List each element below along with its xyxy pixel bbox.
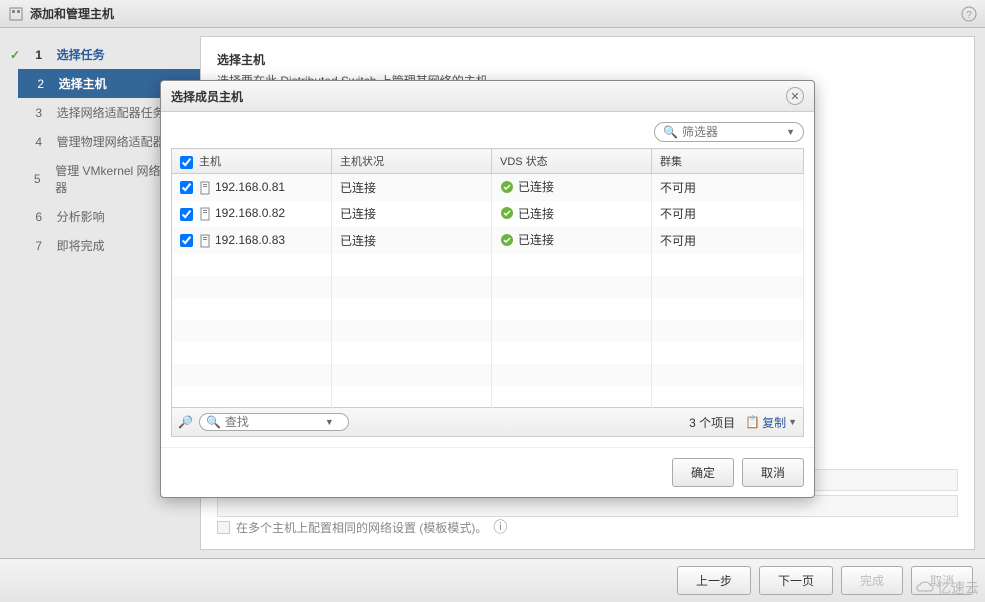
info-icon[interactable]: ⓘ <box>493 517 507 537</box>
modal-title: 选择成员主机 <box>171 88 786 105</box>
item-count: 3 个项目 <box>689 414 735 431</box>
watermark: 亿速云 <box>915 578 979 598</box>
empty-row <box>172 386 804 408</box>
template-checkbox[interactable] <box>217 521 230 534</box>
close-icon[interactable]: ✕ <box>786 87 804 105</box>
host-ip: 192.168.0.81 <box>215 180 285 194</box>
titlebar: 添加和管理主机 ? <box>0 0 985 28</box>
filter-input[interactable] <box>682 125 786 139</box>
wizard-footer: 上一步 下一页 完成 取消 <box>0 558 985 602</box>
binoculars-icon[interactable]: 🔎 <box>178 415 193 429</box>
copy-button[interactable]: 📋 复制 ▼ <box>745 414 797 431</box>
modal-footer: 确定 取消 <box>161 447 814 497</box>
host-status: 已连接 <box>332 227 492 254</box>
cluster: 不可用 <box>652 227 804 254</box>
step-1[interactable]: ✓ 1 选择任务 <box>0 40 200 69</box>
host-ip: 192.168.0.83 <box>215 233 285 247</box>
col-host: 主机 <box>199 156 221 168</box>
empty-row <box>172 342 804 364</box>
table-row[interactable]: 192.168.0.83 已连接 已连接 不可用 <box>172 227 804 254</box>
modal-header: 选择成员主机 ✕ <box>161 81 814 112</box>
placeholder-row <box>217 495 958 517</box>
col-cluster: 群集 <box>652 149 804 174</box>
filter-input-wrap[interactable]: 🔍 ▼ <box>654 122 804 142</box>
find-input-wrap[interactable]: 🔍 ▼ <box>199 413 349 431</box>
col-host-status: 主机状况 <box>332 149 492 174</box>
select-hosts-modal: 选择成员主机 ✕ 🔍 ▼ 主机 主机状况 VDS 状态 群集 192.168.0… <box>160 80 815 498</box>
host-status: 已连接 <box>332 201 492 228</box>
row-checkbox[interactable] <box>180 181 193 194</box>
select-all-checkbox[interactable] <box>180 156 193 169</box>
row-checkbox[interactable] <box>180 208 193 221</box>
copy-icon: 📋 <box>745 415 760 429</box>
chevron-down-icon: ▼ <box>788 417 797 427</box>
hosts-table: 主机 主机状况 VDS 状态 群集 192.168.0.81已连接 已连接不可用… <box>171 148 804 408</box>
window-title: 添加和管理主机 <box>30 5 961 22</box>
cluster: 不可用 <box>652 201 804 228</box>
back-button[interactable]: 上一步 <box>677 566 751 595</box>
search-icon: 🔍 <box>206 415 221 429</box>
host-ip: 192.168.0.82 <box>215 206 285 220</box>
table-footer: 🔎 🔍 ▼ 3 个项目 📋 复制 ▼ <box>171 408 804 437</box>
cluster: 不可用 <box>652 174 804 201</box>
table-row[interactable]: 192.168.0.81 已连接 已连接 不可用 <box>172 174 804 201</box>
table-row[interactable]: 192.168.0.82 已连接 已连接 不可用 <box>172 201 804 228</box>
search-icon: 🔍 <box>663 125 678 139</box>
vds-status: 已连接 <box>500 205 554 222</box>
finish-button: 完成 <box>841 566 903 595</box>
modal-cancel-button[interactable]: 取消 <box>742 458 804 487</box>
chevron-down-icon[interactable]: ▼ <box>325 417 334 427</box>
host-status: 已连接 <box>332 174 492 201</box>
content-title: 选择主机 <box>217 51 958 68</box>
empty-row <box>172 254 804 276</box>
col-vds-status: VDS 状态 <box>492 149 652 174</box>
template-label: 在多个主机上配置相同的网络设置 (模板模式)。 <box>236 519 487 536</box>
help-icon[interactable]: ? <box>961 6 977 22</box>
template-mode-row: 在多个主机上配置相同的网络设置 (模板模式)。 ⓘ <box>217 517 507 537</box>
hosts-icon <box>8 6 24 22</box>
chevron-down-icon[interactable]: ▼ <box>786 127 795 137</box>
empty-row <box>172 298 804 320</box>
empty-row <box>172 320 804 342</box>
find-input[interactable] <box>225 415 325 429</box>
svg-text:?: ? <box>966 10 972 21</box>
next-button[interactable]: 下一页 <box>759 566 833 595</box>
empty-row <box>172 364 804 386</box>
empty-row <box>172 276 804 298</box>
ok-button[interactable]: 确定 <box>672 458 734 487</box>
row-checkbox[interactable] <box>180 234 193 247</box>
vds-status: 已连接 <box>500 178 554 195</box>
check-icon: ✓ <box>10 48 24 62</box>
vds-status: 已连接 <box>500 231 554 248</box>
